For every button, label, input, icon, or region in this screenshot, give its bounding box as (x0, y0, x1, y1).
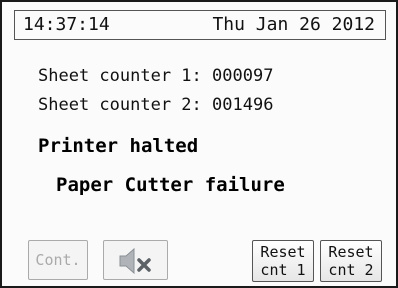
reset-counter-2-label-line2: cnt 2 (328, 261, 374, 279)
reset-counter-1-button[interactable]: Reset cnt 1 (252, 240, 314, 282)
sheet-counter-2-value: 001496 (212, 95, 274, 115)
printer-panel-screen: 14:37:14 Thu Jan 26 2012 Sheet counter 1… (0, 0, 398, 288)
status-bar: 14:37:14 Thu Jan 26 2012 (14, 10, 386, 40)
sheet-counter-2-label: Sheet counter 2: (38, 95, 202, 115)
continue-button[interactable]: Cont. (28, 240, 88, 280)
error-message: Paper Cutter failure (56, 174, 285, 196)
clock-date: Thu Jan 26 2012 (212, 14, 375, 35)
reset-counter-2-button[interactable]: Reset cnt 2 (320, 240, 382, 282)
sheet-counter-2: Sheet counter 2: 001496 (38, 95, 273, 115)
clock-time: 14:37:14 (23, 14, 110, 35)
sheet-counter-1: Sheet counter 1: 000097 (38, 66, 273, 86)
reset-counter-1-label-line1: Reset (260, 243, 306, 261)
sheet-counter-1-value: 000097 (212, 66, 274, 86)
speaker-mute-icon (119, 247, 151, 275)
reset-counter-1-label-line2: cnt 1 (260, 261, 306, 279)
sheet-counter-1-label: Sheet counter 1: (38, 66, 202, 86)
printer-state: Printer halted (38, 135, 199, 157)
mute-button[interactable] (103, 240, 168, 280)
reset-counter-2-label-line1: Reset (328, 243, 374, 261)
